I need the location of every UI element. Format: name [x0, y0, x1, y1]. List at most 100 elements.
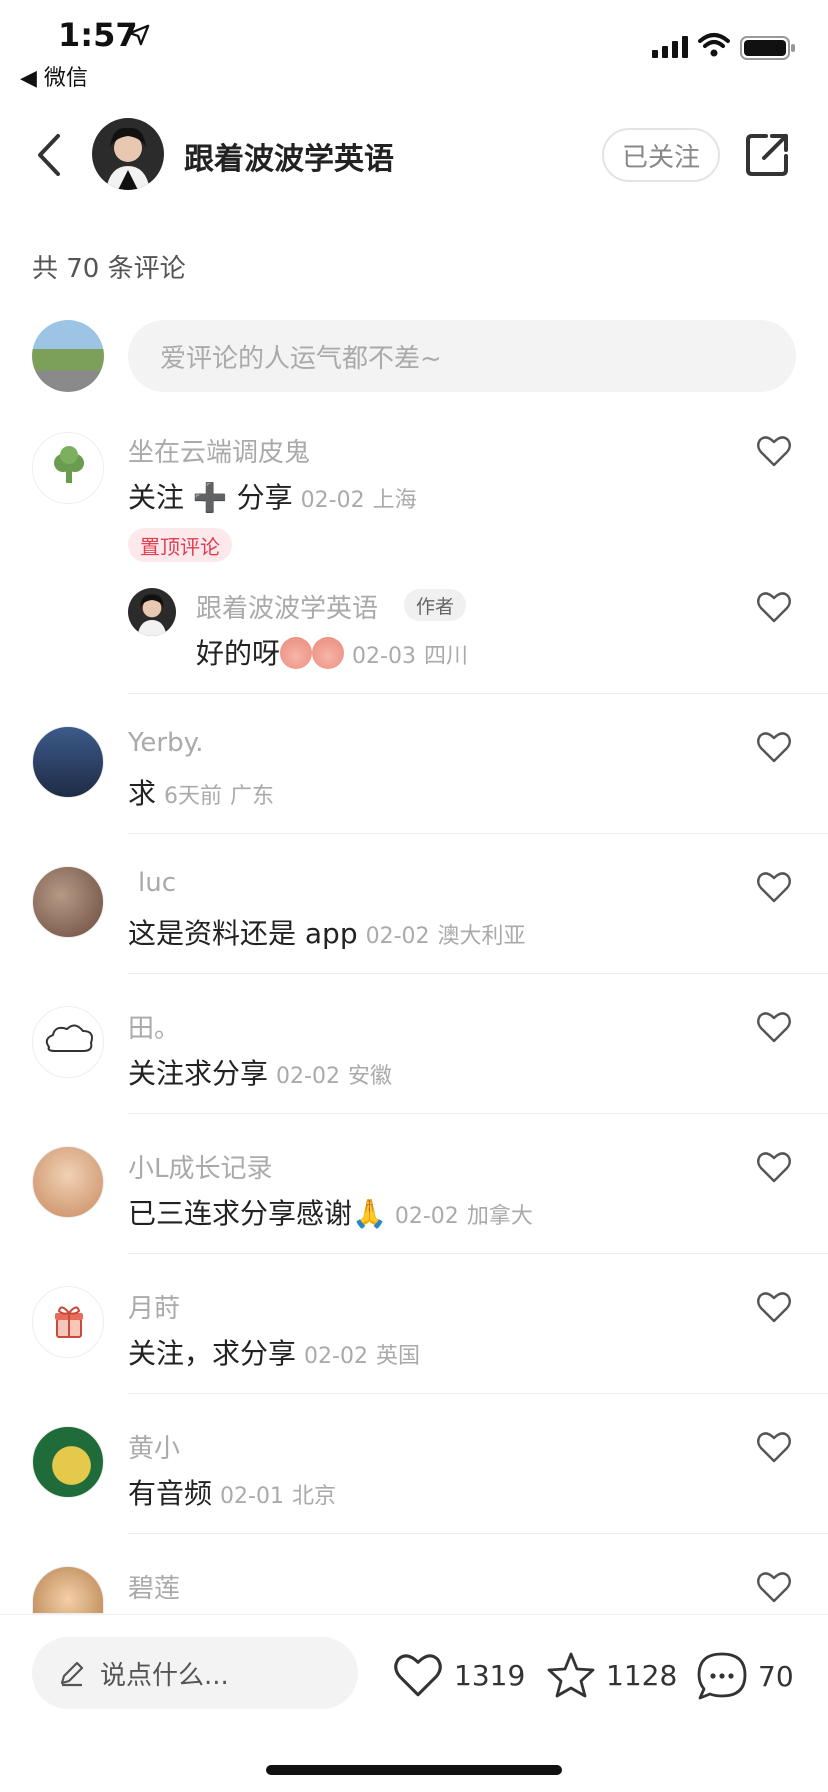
heart-icon[interactable] [756, 870, 792, 904]
comment-time: 02-02 [276, 1064, 340, 1089]
heart-icon[interactable] [756, 434, 792, 468]
divider [128, 1253, 828, 1254]
heart-icon[interactable] [756, 730, 792, 764]
commenter-avatar[interactable] [32, 1146, 104, 1218]
comments-count: 共 70 条评论 [32, 254, 186, 284]
heart-icon[interactable] [756, 1290, 792, 1324]
comment-location: 澳大利亚 [437, 924, 526, 949]
author-badge: 作者 [404, 589, 467, 621]
bottom-action-bar: 说点什么... 1319 1128 70 [0, 1614, 828, 1792]
back-to-wechat-link[interactable]: ◀ 微信 [20, 60, 88, 92]
comment-location: 英国 [375, 1344, 420, 1369]
heart-icon[interactable] [756, 1150, 792, 1184]
divider [128, 1113, 828, 1114]
blushing-peach-emoji [280, 637, 313, 669]
like-count: 1319 [454, 1658, 526, 1692]
comment-count: 70 [758, 1659, 794, 1693]
comment-text-line: 这是资料还是 app 02-02 澳大利亚 [128, 912, 526, 952]
my-avatar [32, 320, 104, 392]
heart-icon[interactable] [756, 1570, 792, 1604]
reply-time: 02-03 [352, 644, 416, 669]
comment-location: 安徽 [347, 1064, 392, 1089]
reply-location: 四川 [423, 644, 468, 669]
comment-text: 关注 ➕ 分享 [128, 481, 293, 514]
home-indicator [266, 1765, 562, 1775]
following-button[interactable]: 已关注 [602, 128, 720, 182]
commenter-name[interactable]: 田。 [128, 1008, 180, 1045]
comment-location: 上海 [372, 488, 417, 513]
comment-text: 求 [128, 777, 157, 810]
reply-text-line: 好的呀 02-03 四川 [196, 632, 468, 672]
commenter-name[interactable]: 月莳 [128, 1288, 180, 1325]
commenter-avatar[interactable] [32, 1426, 104, 1498]
commenter-avatar[interactable] [32, 1566, 104, 1614]
reply-avatar[interactable] [128, 588, 176, 636]
comment-time: 02-02 [394, 1204, 459, 1229]
comment-time: 02-01 [220, 1484, 284, 1509]
commenter-avatar[interactable] [32, 866, 104, 938]
comment-text-line: 关注 ➕ 分享 02-02 上海 [128, 476, 417, 516]
favorite-button[interactable]: 1128 [546, 1651, 677, 1699]
commenter-name[interactable]: luc [138, 868, 176, 898]
commenter-name[interactable]: 碧莲 [128, 1568, 180, 1605]
commenter-name[interactable]: 坐在云端调皮鬼 [128, 432, 310, 469]
comment-bubble-icon [697, 1652, 747, 1700]
comment-location: 加拿大 [466, 1204, 533, 1229]
reply-author-name[interactable]: 跟着波波学英语 [196, 588, 378, 625]
say-something-placeholder: 说点什么... [100, 1660, 229, 1691]
reply-text: 好的呀 [196, 637, 281, 670]
comment-text: 有音频 [128, 1477, 213, 1510]
status-time: 1:57 [58, 16, 138, 54]
wifi-icon [698, 33, 730, 57]
divider [128, 1533, 828, 1534]
comment-text-line: 关注求分享 02-02 安徽 [128, 1052, 392, 1092]
cellular-signal-icon [652, 36, 688, 58]
heart-icon[interactable] [756, 1010, 792, 1044]
author-avatar[interactable] [92, 118, 164, 190]
divider [128, 973, 828, 974]
divider [128, 1393, 828, 1394]
comment-time: 6天前 [164, 784, 223, 809]
comment-text-line: 有音频 02-01 北京 [128, 1472, 336, 1512]
comment-input-row: 爱评论的人运气都不差~ [0, 318, 828, 392]
comment-text: 已三连求分享感谢🙏 [128, 1197, 387, 1230]
comment-location: 广东 [230, 784, 275, 809]
comment-time: 02-02 [365, 924, 430, 949]
star-icon [547, 1652, 595, 1698]
comment-button[interactable]: 70 [696, 1651, 794, 1701]
header: 跟着波波学英语 已关注 [0, 110, 828, 200]
comment-text: 这是资料还是 app [128, 917, 358, 950]
comment-text-line: 求 6天前 广东 [128, 772, 274, 812]
comment-text: 关注求分享 [128, 1057, 269, 1090]
commenter-avatar[interactable] [32, 726, 104, 798]
like-button[interactable]: 1319 [392, 1651, 525, 1699]
commenter-avatar[interactable] [32, 432, 104, 504]
commenter-name[interactable]: 小L成长记录 [128, 1148, 273, 1185]
author-name[interactable]: 跟着波波学英语 [184, 134, 394, 178]
back-arrow-icon[interactable] [30, 130, 70, 180]
comment-time: 02-02 [300, 488, 365, 513]
comment-text: 关注，求分享 [128, 1337, 297, 1370]
favorite-count: 1128 [606, 1658, 678, 1692]
commenter-name[interactable]: Yerby. [128, 728, 204, 758]
heart-icon[interactable] [756, 1430, 792, 1464]
say-something-input[interactable]: 说点什么... [32, 1637, 358, 1709]
heart-icon [394, 1654, 442, 1697]
comment-text-line: 已三连求分享感谢🙏 02-02 加拿大 [128, 1192, 533, 1232]
location-arrow-icon [128, 24, 150, 46]
divider [128, 833, 828, 834]
divider [128, 693, 828, 694]
comment-input[interactable]: 爱评论的人运气都不差~ [128, 320, 796, 392]
blushing-peach-emoji [312, 637, 345, 669]
commenter-name[interactable]: 黄小 [128, 1428, 180, 1465]
pinned-comment-badge: 置顶评论 [128, 528, 232, 562]
commenter-avatar[interactable] [32, 1006, 104, 1078]
comment-text-line: 关注，求分享 02-02 英国 [128, 1332, 420, 1372]
share-icon[interactable] [744, 132, 790, 178]
comment-location: 北京 [291, 1484, 336, 1509]
pencil-icon [60, 1661, 84, 1687]
commenter-avatar[interactable] [32, 1286, 104, 1358]
comment-time: 02-02 [304, 1344, 368, 1369]
battery-icon [740, 36, 795, 60]
heart-icon[interactable] [756, 590, 792, 624]
